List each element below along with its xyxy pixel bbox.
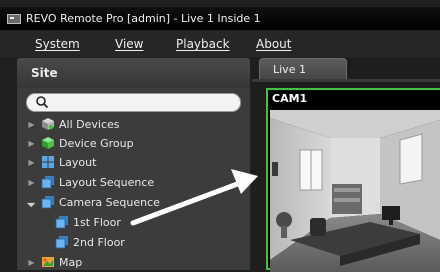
site-panel-header: Site — [17, 58, 250, 88]
tree-item-label: Camera Sequence — [59, 195, 160, 209]
camera-video-feed[interactable] — [270, 110, 440, 272]
sequence-item-icon — [55, 216, 68, 229]
expand-arrow-icon[interactable]: ▶ — [28, 139, 35, 148]
expand-arrow-icon[interactable]: ▶ — [28, 158, 35, 167]
layout-icon — [42, 156, 54, 168]
camera-tile-selected[interactable]: CAM1 — [266, 88, 440, 272]
site-panel: Site ▶ All Devices ▶ Device Group ▶ Layo… — [17, 58, 250, 270]
window-title: REVO Remote Pro [admin] - Live 1 Inside … — [26, 12, 261, 25]
search-input[interactable] — [26, 93, 241, 112]
camera-sequence-icon — [41, 196, 54, 209]
menu-bar: System View Playback About — [0, 31, 440, 57]
tree-item-camera-sequence[interactable]: ◢ Camera Sequence — [26, 193, 160, 211]
tree-item-all-devices[interactable]: ▶ All Devices — [28, 115, 119, 133]
collapse-arrow-icon[interactable]: ◢ — [26, 196, 37, 208]
tree-item-layout-sequence[interactable]: ▶ Layout Sequence — [28, 173, 154, 191]
layout-sequence-icon — [41, 176, 54, 189]
menu-view[interactable]: View — [115, 37, 143, 51]
tree-item-device-group[interactable]: ▶ Device Group — [28, 134, 134, 152]
camera-label: CAM1 — [272, 92, 308, 105]
expand-arrow-icon[interactable]: ▶ — [28, 120, 35, 129]
map-icon — [42, 257, 54, 267]
menu-system[interactable]: System — [35, 37, 80, 51]
expand-arrow-icon[interactable]: ▶ — [28, 178, 35, 187]
all-devices-icon — [42, 118, 54, 130]
search-icon — [36, 96, 49, 109]
tree-item-1st-floor[interactable]: 1st Floor — [55, 213, 121, 231]
tree-item-label: All Devices — [59, 117, 120, 131]
menu-about[interactable]: About — [256, 37, 291, 51]
site-title: Site — [31, 66, 58, 80]
tree-item-label: 2nd Floor — [73, 235, 125, 249]
tree-item-label: Map — [59, 255, 83, 269]
tree-item-label: Layout Sequence — [59, 175, 155, 189]
camera-image — [270, 110, 440, 272]
device-group-icon — [42, 137, 54, 149]
sequence-item-icon — [55, 236, 68, 249]
menu-playback[interactable]: Playback — [176, 37, 230, 51]
tree-item-label: Device Group — [59, 136, 134, 150]
title-bar: REVO Remote Pro [admin] - Live 1 Inside … — [0, 7, 440, 30]
tree-item-label: 1st Floor — [73, 215, 121, 229]
tree-item-layout[interactable]: ▶ Layout — [28, 153, 96, 171]
expand-arrow-icon[interactable]: ▶ — [28, 258, 35, 267]
app-icon — [7, 13, 21, 24]
tree-item-label: Layout — [59, 155, 97, 169]
tree-item-2nd-floor[interactable]: 2nd Floor — [55, 233, 125, 251]
tree-item-map[interactable]: ▶ Map — [28, 253, 82, 271]
tab-strip — [252, 79, 440, 82]
tab-label: Live 1 — [273, 63, 306, 76]
tab-live-1[interactable]: Live 1 — [259, 58, 347, 79]
